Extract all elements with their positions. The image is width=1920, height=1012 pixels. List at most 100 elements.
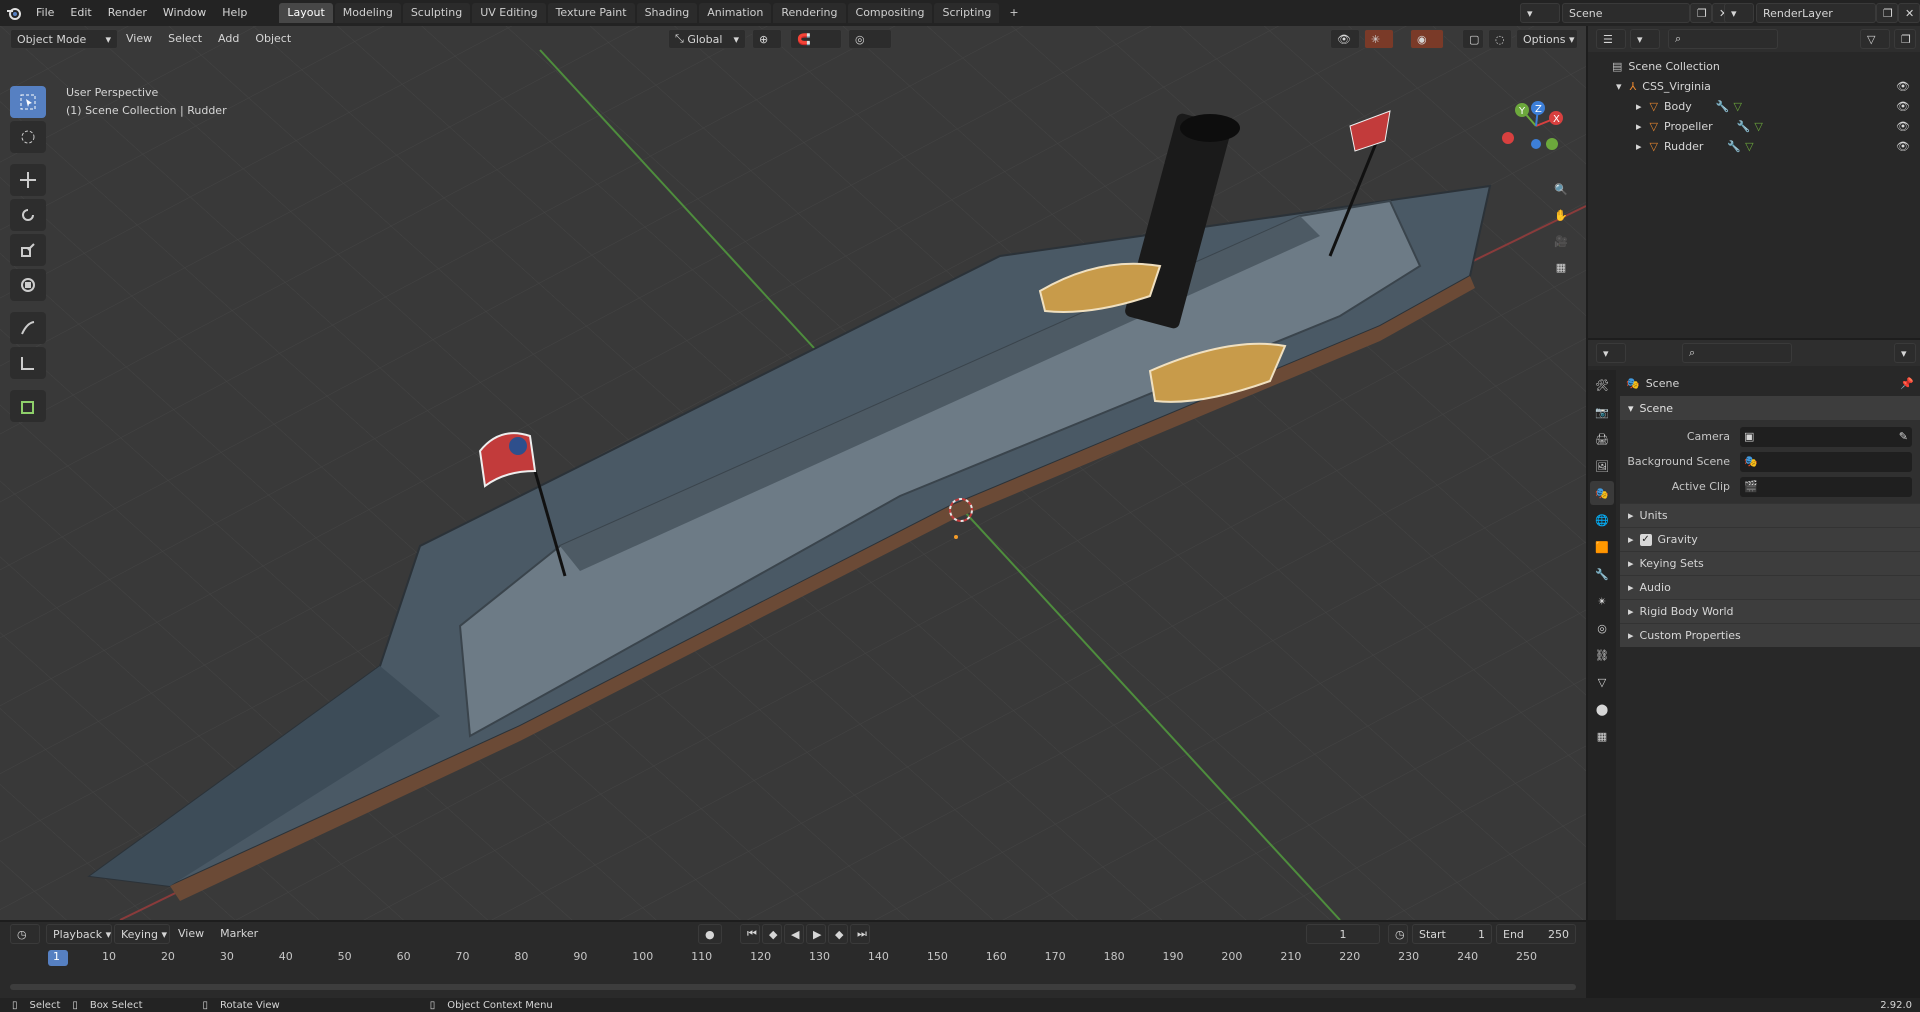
options-dropdown[interactable]: Options ▾ bbox=[1516, 29, 1578, 49]
gravity-panel-header[interactable]: ▸ ✓ Gravity bbox=[1620, 527, 1920, 551]
proportional-edit-icon[interactable]: ◎ bbox=[848, 29, 892, 49]
tab-texture-paint[interactable]: Texture Paint bbox=[547, 3, 635, 23]
perspective-grid-icon[interactable]: ▦ bbox=[1548, 254, 1574, 280]
options-chevron-icon[interactable]: ▾ bbox=[1894, 343, 1916, 363]
view-layer-close-icon[interactable]: ✕ bbox=[1898, 3, 1920, 23]
render-tab-icon[interactable]: 📷 bbox=[1590, 400, 1614, 424]
viewport-menu-add[interactable]: Add bbox=[210, 26, 247, 52]
eyedropper-icon[interactable]: ✎ bbox=[1899, 430, 1908, 443]
visibility-icon[interactable]: 👁 bbox=[1330, 29, 1360, 49]
texture-tab-icon[interactable]: ▦ bbox=[1590, 724, 1614, 748]
menu-file[interactable]: File bbox=[28, 0, 62, 26]
eye-icon[interactable]: 👁 bbox=[1896, 140, 1910, 153]
eye-icon[interactable]: 👁 bbox=[1896, 100, 1910, 113]
transform-orientation-dropdown[interactable]: ⤡ Global ▾ bbox=[668, 29, 746, 49]
menu-help[interactable]: Help bbox=[214, 0, 255, 26]
scene-panel-header[interactable]: ▾ Scene bbox=[1620, 396, 1920, 420]
scene-selector[interactable]: ▾ Scene ❐ ✕ bbox=[1520, 3, 1734, 23]
tab-compositing[interactable]: Compositing bbox=[847, 3, 933, 23]
properties-search-input[interactable]: ⌕ bbox=[1682, 343, 1792, 363]
audio-panel-header[interactable]: ▸ Audio bbox=[1620, 575, 1920, 599]
active-clip-field[interactable]: 🎬 bbox=[1740, 476, 1912, 497]
camera-view-icon[interactable]: 🎥 bbox=[1548, 228, 1574, 254]
scene-type-icon[interactable]: ▾ bbox=[1520, 3, 1560, 23]
gravity-checkbox[interactable]: ✓ bbox=[1639, 533, 1652, 546]
tab-animation[interactable]: Animation bbox=[699, 3, 772, 23]
menu-edit[interactable]: Edit bbox=[62, 0, 99, 26]
keying-sets-panel-header[interactable]: ▸ Keying Sets bbox=[1620, 551, 1920, 575]
transform-tool[interactable] bbox=[10, 269, 46, 301]
editor-type-icon[interactable]: ▾ bbox=[1596, 343, 1626, 363]
tab-sculpting[interactable]: Sculpting bbox=[402, 3, 471, 23]
tab-uv-editing[interactable]: UV Editing bbox=[472, 3, 546, 23]
outliner-object-propeller[interactable]: ▸ ▽ Propeller 🔧 ▽ 👁 bbox=[1588, 116, 1920, 136]
navigation-gizmo[interactable]: X Y Z bbox=[1500, 96, 1570, 176]
viewport-menu-view[interactable]: View bbox=[118, 26, 160, 52]
snap-icon[interactable]: 🧲 bbox=[790, 29, 842, 49]
timeline-panel[interactable]: ◷ Playback ▾ Keying ▾ View Marker ● ⏮ ◆ … bbox=[0, 922, 1586, 1000]
timeline-scrollbar[interactable] bbox=[10, 984, 1576, 990]
view-layer-name-field[interactable]: RenderLayer bbox=[1756, 3, 1876, 23]
menu-window[interactable]: Window bbox=[155, 0, 214, 26]
tool-tab-icon[interactable]: 🛠 bbox=[1590, 373, 1614, 397]
custom-properties-panel-header[interactable]: ▸ Custom Properties bbox=[1620, 623, 1920, 647]
viewport-menu-object[interactable]: Object bbox=[247, 26, 299, 52]
tab-scripting[interactable]: Scripting bbox=[934, 3, 1000, 23]
xray-toggle-icon[interactable]: ▢ bbox=[1462, 29, 1484, 49]
camera-field[interactable]: ▣ ✎ bbox=[1740, 426, 1912, 447]
background-scene-field[interactable]: 🎭 bbox=[1740, 451, 1912, 472]
modifier-tab-icon[interactable]: 🔧 bbox=[1590, 562, 1614, 586]
zoom-icon[interactable]: 🔍 bbox=[1548, 176, 1574, 202]
expand-arrow-icon[interactable]: ▸ bbox=[1636, 120, 1642, 133]
tab-rendering[interactable]: Rendering bbox=[773, 3, 846, 23]
move-tool[interactable] bbox=[10, 164, 46, 196]
material-tab-icon[interactable]: ⬤ bbox=[1590, 697, 1614, 721]
scene-tab-icon[interactable]: 🎭 bbox=[1590, 481, 1614, 505]
filter-icon[interactable]: ▽ bbox=[1860, 29, 1890, 49]
3d-viewport[interactable]: Object Mode ▾ View Select Add Object ⤡ Gl… bbox=[0, 26, 1586, 920]
particles-tab-icon[interactable]: ✴ bbox=[1590, 589, 1614, 613]
new-collection-icon[interactable]: ❐ bbox=[1894, 29, 1916, 49]
rigid-body-world-panel-header[interactable]: ▸ Rigid Body World bbox=[1620, 599, 1920, 623]
add-cube-tool[interactable] bbox=[10, 390, 46, 422]
outliner-search-input[interactable]: ⌕ bbox=[1668, 29, 1778, 49]
pan-hand-icon[interactable]: ✋ bbox=[1548, 202, 1574, 228]
annotate-tool[interactable] bbox=[10, 312, 46, 344]
pivot-point-icon[interactable]: ⊕ bbox=[752, 29, 782, 49]
outliner-object-rudder[interactable]: ▸ ▽ Rudder 🔧 ▽ 👁 bbox=[1588, 136, 1920, 156]
outliner-scene-collection[interactable]: ▤ Scene Collection bbox=[1588, 56, 1920, 76]
add-workspace-icon[interactable]: + bbox=[1001, 3, 1026, 23]
wireframe-shading-icon[interactable]: ◌ bbox=[1488, 29, 1512, 49]
units-panel-header[interactable]: ▸ Units bbox=[1620, 503, 1920, 527]
view-layer-selector[interactable]: ▾ RenderLayer ❐ ✕ bbox=[1724, 3, 1920, 23]
tab-layout[interactable]: Layout bbox=[279, 3, 333, 23]
view-layer-icon[interactable]: ▾ bbox=[1724, 3, 1754, 23]
object-tab-icon[interactable]: 🟧 bbox=[1590, 535, 1614, 559]
output-tab-icon[interactable]: 🖨 bbox=[1590, 427, 1614, 451]
view-layer-copy-icon[interactable]: ❐ bbox=[1876, 3, 1898, 23]
expand-arrow-icon[interactable]: ▾ bbox=[1616, 80, 1622, 93]
cursor-tool[interactable] bbox=[10, 121, 46, 153]
object-mode-dropdown[interactable]: Object Mode ▾ bbox=[10, 29, 118, 49]
blender-logo-icon[interactable] bbox=[0, 0, 28, 26]
eye-icon[interactable]: 👁 bbox=[1896, 120, 1910, 133]
tab-shading[interactable]: Shading bbox=[636, 3, 698, 23]
view-layer-tab-icon[interactable]: 🖼 bbox=[1590, 454, 1614, 478]
eye-icon[interactable]: 👁 bbox=[1896, 80, 1910, 93]
tab-modeling[interactable]: Modeling bbox=[334, 3, 401, 23]
scale-tool[interactable] bbox=[10, 234, 46, 266]
data-tab-icon[interactable]: ▽ bbox=[1590, 670, 1614, 694]
pin-icon[interactable]: 📌 bbox=[1900, 377, 1914, 390]
overlay-toggle-icon[interactable]: ◉ bbox=[1410, 29, 1444, 49]
scene-copy-icon[interactable]: ❐ bbox=[1690, 3, 1712, 23]
constraints-tab-icon[interactable]: ⛓ bbox=[1590, 643, 1614, 667]
outliner-collection-row[interactable]: ▾ ⅄ CSS_Virginia 👁 bbox=[1588, 76, 1920, 96]
measure-tool[interactable] bbox=[10, 347, 46, 379]
rotate-tool[interactable] bbox=[10, 199, 46, 231]
world-tab-icon[interactable]: 🌐 bbox=[1590, 508, 1614, 532]
editor-type-icon[interactable]: ☰ bbox=[1596, 29, 1626, 49]
scene-name-field[interactable]: Scene bbox=[1562, 3, 1690, 23]
viewport-menu-select[interactable]: Select bbox=[160, 26, 210, 52]
outliner-object-body[interactable]: ▸ ▽ Body 🔧 ▽ 👁 bbox=[1588, 96, 1920, 116]
physics-tab-icon[interactable]: ◎ bbox=[1590, 616, 1614, 640]
